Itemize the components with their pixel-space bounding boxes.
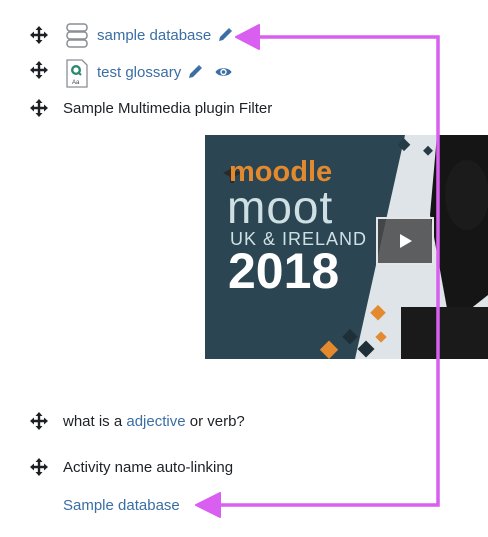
glossary-link[interactable]: test glossary <box>97 64 181 81</box>
autolink-label: Activity name auto-linking <box>63 458 234 476</box>
question-label: what is a adjective or verb? <box>63 412 245 430</box>
pencil-icon[interactable] <box>187 64 203 80</box>
video-player[interactable]: moodle moot UK & IRELAND 2018 <box>205 135 488 359</box>
pencil-icon[interactable] <box>217 27 233 43</box>
auto-linked-database-link[interactable]: Sample database <box>63 497 180 514</box>
move-icon[interactable] <box>30 26 48 44</box>
video-title: moot <box>227 181 334 233</box>
svg-text:Aa: Aa <box>72 80 80 86</box>
play-button[interactable] <box>376 217 434 265</box>
database-link[interactable]: sample database <box>97 27 211 44</box>
move-icon[interactable] <box>30 412 48 430</box>
glossary-term-link[interactable]: adjective <box>126 413 185 430</box>
database-icon <box>66 23 88 48</box>
video-year: 2018 <box>228 243 340 299</box>
glossary-icon: Aa <box>66 59 88 88</box>
move-icon[interactable] <box>30 458 48 476</box>
filter-label: Sample Multimedia plugin Filter <box>63 99 273 117</box>
move-icon[interactable] <box>30 99 48 117</box>
move-icon[interactable] <box>30 61 48 79</box>
eye-icon[interactable] <box>215 64 232 80</box>
play-icon <box>400 234 412 248</box>
